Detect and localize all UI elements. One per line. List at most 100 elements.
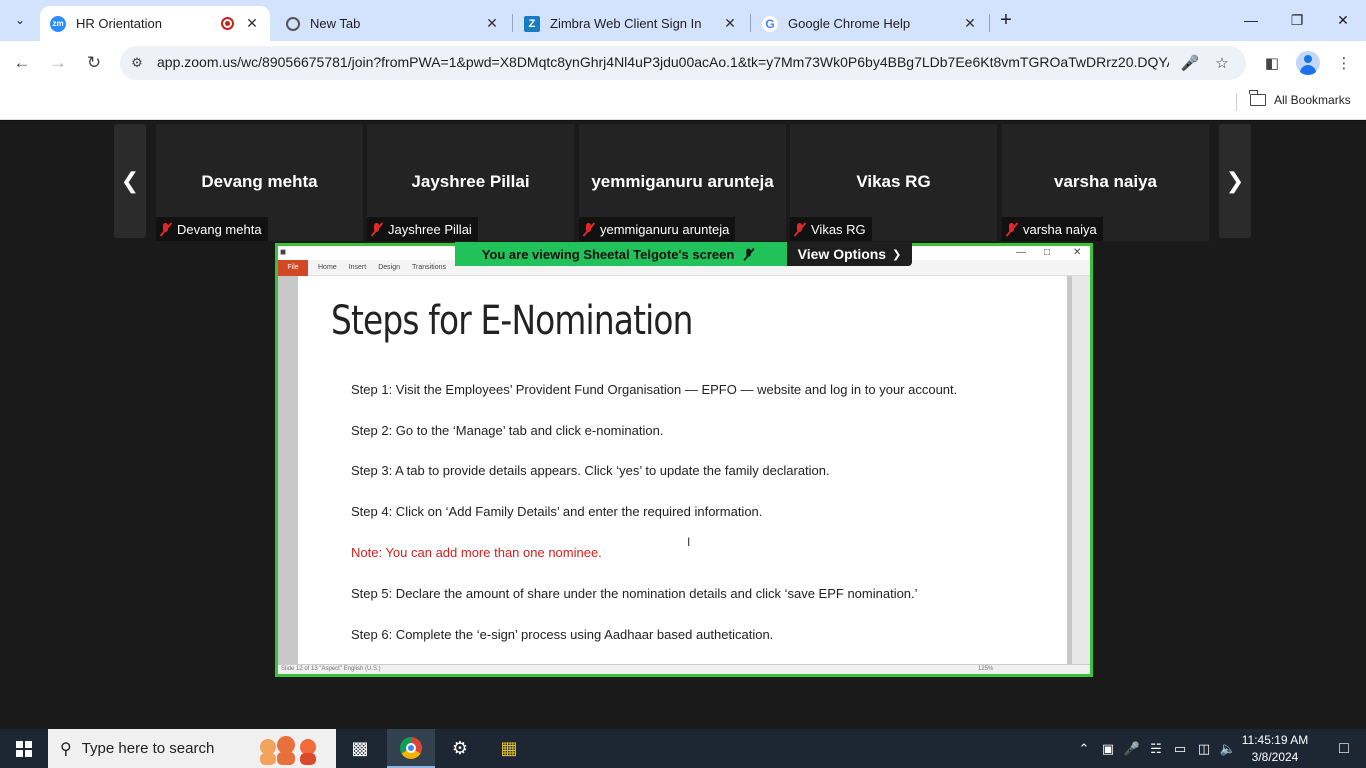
taskbar-app[interactable]: ▦: [485, 729, 533, 768]
slide-step: Step 3: A tab to provide details appears…: [351, 463, 830, 478]
new-tab-button[interactable]: +: [994, 8, 1018, 32]
all-bookmarks-label: All Bookmarks: [1274, 93, 1351, 107]
site-settings-icon[interactable]: ⚙: [128, 54, 146, 72]
task-view-button[interactable]: ▩: [336, 729, 384, 768]
app-icon: ▦: [500, 738, 518, 758]
ppt-ribbon-tab: Home: [318, 264, 337, 271]
tab-chrome-help[interactable]: G Google Chrome Help ✕: [752, 6, 988, 41]
participant-tag-name: Devang mehta: [177, 221, 262, 237]
address-bar[interactable]: ⚙ app.zoom.us/wc/89056675781/join?fromPW…: [120, 46, 1246, 80]
chevron-up-icon[interactable]: ⌃: [1072, 741, 1096, 757]
wifi-icon[interactable]: ☵: [1144, 741, 1168, 757]
minimize-button[interactable]: —: [1228, 0, 1274, 40]
ppt-ribbon-tab: Transitions: [412, 264, 446, 271]
slide-step: Step 2: Go to the ‘Manage’ tab and click…: [351, 423, 664, 438]
tab-hr-orientation[interactable]: zm HR Orientation ✕: [40, 6, 270, 41]
task-view-icon: ▩: [351, 738, 369, 758]
slide: Steps for E-Nomination Step 1: Visit the…: [298, 276, 1067, 664]
all-bookmarks-button[interactable]: All Bookmarks: [1249, 90, 1351, 107]
arrow-right-icon: →: [49, 53, 67, 72]
plus-icon: +: [1000, 8, 1012, 31]
close-icon[interactable]: ✕: [722, 15, 738, 32]
network-icon[interactable]: ◫: [1192, 741, 1216, 757]
taskbar-search-placeholder: Type here to search: [81, 740, 215, 757]
browser-toolbar: ← → ↻ ⚙ app.zoom.us/wc/89056675781/join?…: [0, 41, 1366, 85]
slide-step: Step 4: Click on ‘Add Family Details’ an…: [351, 504, 763, 519]
close-icon: ✕: [1337, 11, 1349, 28]
restore-button[interactable]: ❐: [1274, 0, 1320, 40]
taskbar-chrome[interactable]: [387, 729, 435, 768]
notification-icon: □: [1339, 739, 1349, 757]
url-text[interactable]: app.zoom.us/wc/89056675781/join?fromPWA=…: [157, 54, 1169, 70]
profile-avatar[interactable]: [1296, 51, 1320, 75]
participant-tag-name: Jayshree Pillai: [388, 221, 472, 237]
forward-button[interactable]: →: [44, 49, 72, 77]
reload-button[interactable]: ↻: [80, 49, 108, 77]
participant-tile[interactable]: Devang mehta Devang mehta: [156, 124, 363, 241]
next-participants-button[interactable]: ❯: [1219, 124, 1251, 238]
taskbar-settings[interactable]: ⚙: [436, 729, 484, 768]
previous-participants-button[interactable]: ❮: [114, 124, 146, 238]
text-cursor-icon: I: [687, 535, 691, 549]
taskbar-search-box[interactable]: ⚲ Type here to search: [48, 729, 336, 768]
participant-tile[interactable]: varsha naiya varsha naiya: [1002, 124, 1209, 241]
windows-taskbar: ⚲ Type here to search ▩ ⚙ ▦ ⌃ ▣ 🎤 ☵ ▭ ◫ …: [0, 729, 1366, 768]
taskbar-clock[interactable]: 11:45:19 AM 3/8/2024: [1236, 732, 1314, 766]
participant-tile[interactable]: yemmiganuru arunteja yemmiganuru aruntej…: [579, 124, 786, 241]
google-favicon-icon: G: [762, 15, 778, 32]
ppt-status-text: Slide 12 of 13 "Aspect" English (U.S.): [281, 666, 381, 672]
ppt-ribbon-tab: Insert: [348, 264, 367, 271]
tab-label: Google Chrome Help: [788, 16, 911, 31]
close-icon[interactable]: ✕: [244, 15, 260, 32]
minimize-icon: —: [1244, 12, 1258, 28]
tab-separator: [512, 14, 513, 32]
mic-muted-icon: [582, 222, 596, 236]
mic-muted-icon: [793, 222, 807, 236]
microphone-icon[interactable]: 🎤: [1180, 53, 1200, 73]
globe-icon: [286, 16, 300, 31]
tab-zimbra[interactable]: Z Zimbra Web Client Sign In ✕: [514, 6, 748, 41]
start-button[interactable]: [0, 729, 48, 768]
restore-icon: □: [1044, 247, 1051, 258]
close-icon: ✕: [1073, 247, 1082, 258]
slide-step: Step 1: Visit the Employees’ Provident F…: [351, 382, 958, 397]
microphone-icon[interactable]: 🎤: [1120, 741, 1144, 757]
bookmark-star-icon[interactable]: ☆: [1212, 53, 1232, 73]
view-options-label: View Options: [797, 246, 887, 262]
mic-muted-icon: [1005, 222, 1019, 236]
close-icon[interactable]: ✕: [962, 15, 978, 32]
participant-tag-name: yemmiganuru arunteja: [600, 221, 730, 237]
side-panel-icon[interactable]: ◧: [1260, 51, 1284, 75]
chevron-left-icon: ❮: [120, 168, 140, 193]
back-button[interactable]: ←: [8, 49, 36, 77]
mic-muted-icon: [159, 222, 173, 236]
battery-icon[interactable]: ▭: [1168, 741, 1192, 757]
mic-muted-icon: [370, 222, 384, 236]
participant-name: yemmiganuru arunteja: [591, 172, 774, 191]
participant-tag-name: varsha naiya: [1023, 221, 1097, 237]
ppt-scrollbar: [1072, 276, 1090, 664]
tab-search-button[interactable]: ⌄: [6, 8, 34, 32]
close-icon[interactable]: ✕: [484, 15, 500, 32]
tab-separator: [750, 14, 751, 32]
clock-date: 3/8/2024: [1251, 750, 1299, 764]
folder-icon: [1249, 90, 1266, 106]
notifications-button[interactable]: □: [1322, 729, 1366, 768]
close-window-button[interactable]: ✕: [1320, 0, 1366, 40]
slide-step: Step 5: Declare the amount of share unde…: [351, 586, 918, 601]
shared-screen[interactable]: ■ — □ ✕ File Home Insert Design Transiti…: [275, 243, 1093, 677]
meet-now-icon[interactable]: ▣: [1096, 741, 1120, 757]
participant-tile[interactable]: Vikas RG Vikas RG: [790, 124, 997, 241]
participant-tile[interactable]: Jayshree Pillai Jayshree Pillai: [367, 124, 574, 241]
tab-new-tab[interactable]: New Tab ✕: [276, 6, 510, 41]
participant-name: Jayshree Pillai: [411, 172, 530, 191]
zoom-favicon-icon: zm: [50, 15, 66, 32]
bookmarks-separator: [1236, 93, 1237, 111]
chevron-right-icon: ❯: [1225, 168, 1245, 193]
view-options-button[interactable]: View Options ❯: [787, 242, 912, 266]
menu-kebab-icon[interactable]: ⋮: [1332, 51, 1356, 75]
chevron-down-icon: ❯: [892, 248, 902, 261]
participant-tag: Jayshree Pillai: [367, 217, 478, 241]
participant-name: Devang mehta: [201, 172, 318, 191]
slide-note: Note: You can add more than one nominee.: [351, 545, 602, 560]
